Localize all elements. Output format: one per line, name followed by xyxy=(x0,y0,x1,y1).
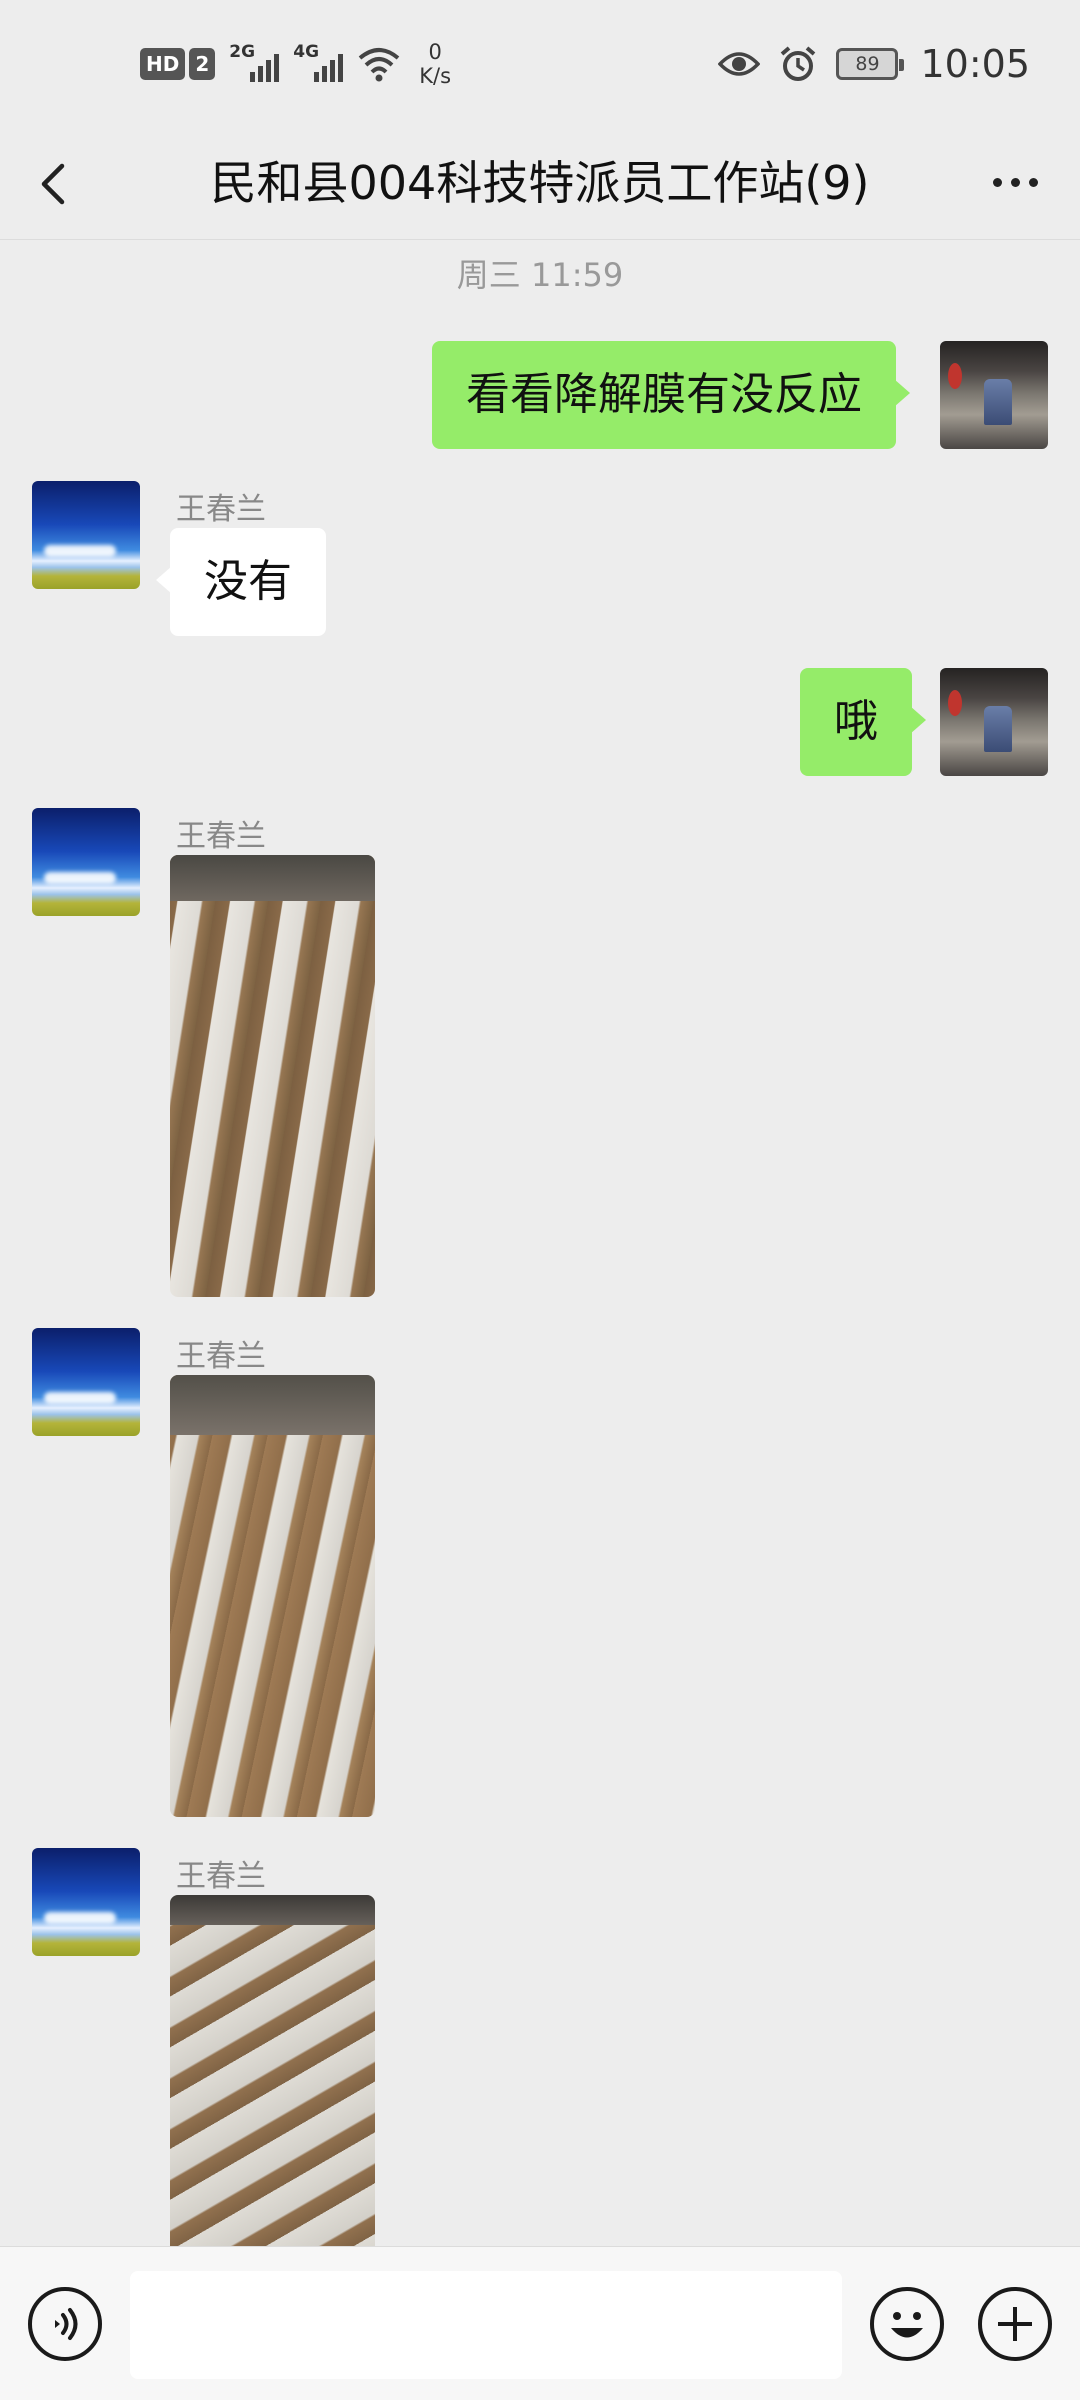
image-message[interactable] xyxy=(170,855,375,1297)
net-speed-value: 0 xyxy=(428,40,442,64)
status-time: 10:05 xyxy=(920,42,1030,86)
signal-2g-icon: 2G xyxy=(229,42,280,84)
hd-indicator: HD 2 xyxy=(140,48,216,80)
input-bar xyxy=(0,2246,1080,2400)
battery-level: 89 xyxy=(855,53,880,75)
more-icon xyxy=(992,177,1038,187)
chat-title: 民和县004科技特派员工作站(9) xyxy=(210,156,870,210)
sender-avatar[interactable] xyxy=(32,1328,140,1436)
image-message[interactable] xyxy=(170,1895,375,2246)
sender-name: 王春兰 xyxy=(176,1859,266,1894)
message-timestamp: 周三 11:59 xyxy=(456,256,624,294)
chat-screen: HD 2 2G 4G 0 K/s 89 10:05 民和县004科技特派员工作站… xyxy=(0,0,1080,2400)
image-message[interactable] xyxy=(170,1375,375,1817)
net-speed: 0 K/s xyxy=(419,40,451,88)
self-avatar[interactable] xyxy=(940,341,1048,449)
sender-name: 王春兰 xyxy=(176,492,266,527)
sender-avatar[interactable] xyxy=(32,1848,140,1956)
wifi-icon xyxy=(358,48,400,82)
self-avatar[interactable] xyxy=(940,668,1048,776)
incoming-message-bubble[interactable]: 没有 xyxy=(156,528,326,636)
voice-icon xyxy=(55,2308,78,2340)
hd-badge: HD xyxy=(140,48,186,80)
alarm-icon xyxy=(781,46,816,81)
sender-name: 王春兰 xyxy=(176,819,266,854)
voice-button[interactable] xyxy=(28,2287,102,2361)
battery-icon: 89 xyxy=(836,48,905,80)
signal-4g-icon: 4G xyxy=(293,42,344,84)
chat-header: 民和县004科技特派员工作站(9) xyxy=(0,130,1080,240)
message-input[interactable] xyxy=(130,2271,842,2379)
back-button[interactable] xyxy=(30,152,90,212)
sender-avatar[interactable] xyxy=(32,808,140,916)
more-button[interactable] xyxy=(980,152,1050,212)
sender-avatar[interactable] xyxy=(32,481,140,589)
status-bar: HD 2 2G 4G 0 K/s 89 10:05 xyxy=(0,0,1080,130)
status-right: 89 10:05 xyxy=(718,42,1030,86)
net-speed-unit: K/s xyxy=(419,64,452,88)
back-icon xyxy=(41,163,65,205)
more-functions-button[interactable] xyxy=(978,2287,1052,2361)
outgoing-message-bubble[interactable]: 看看降解膜有没反应 xyxy=(432,341,910,449)
status-left: HD 2 2G 4G 0 K/s xyxy=(140,40,451,88)
emoji-icon xyxy=(891,2312,923,2338)
outgoing-message-bubble[interactable]: 哦 xyxy=(800,668,926,776)
sim-badge: 2 xyxy=(189,48,216,80)
sender-name: 王春兰 xyxy=(176,1339,266,1374)
eye-icon xyxy=(718,52,761,76)
emoji-button[interactable] xyxy=(870,2287,944,2361)
